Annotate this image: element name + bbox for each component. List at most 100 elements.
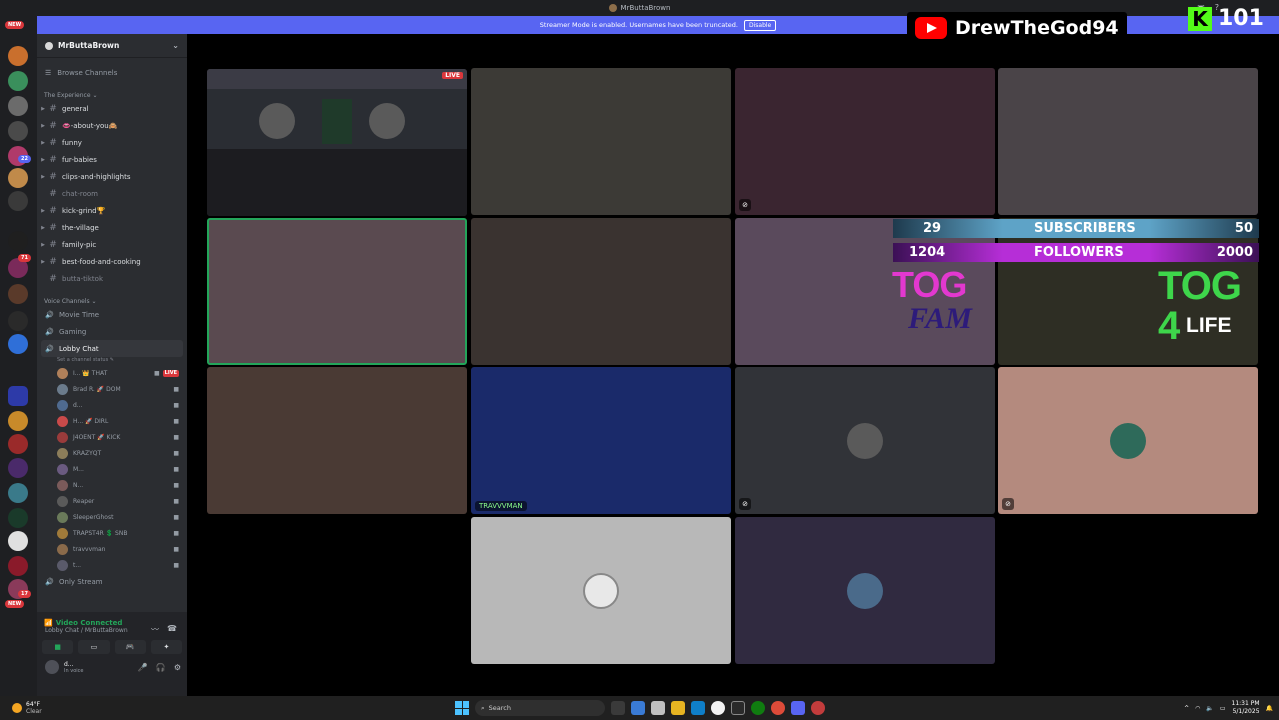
chevron-up-icon[interactable]: ^ xyxy=(1184,705,1189,712)
server-icon-10[interactable] xyxy=(8,284,28,304)
channel-family-pic[interactable]: ▶ # family-pic xyxy=(37,236,187,253)
video-tile-3[interactable]: ⊘ xyxy=(735,68,995,215)
file-explorer-icon[interactable] xyxy=(671,701,685,715)
store-icon[interactable] xyxy=(651,701,665,715)
gear-icon[interactable]: ⚙ xyxy=(174,663,181,672)
app-icon-1[interactable] xyxy=(711,701,725,715)
app-icon-2[interactable] xyxy=(731,701,745,715)
user-status-icons: ■ xyxy=(173,386,179,393)
voice-user[interactable]: d... ■ xyxy=(37,397,187,413)
server-icon-6[interactable] xyxy=(8,168,28,188)
disconnect-icon[interactable]: ☎ xyxy=(167,624,177,635)
chevron-down-icon: ⌄ xyxy=(172,41,179,50)
video-tile-10[interactable]: TRAVVVMAN xyxy=(471,367,731,514)
battery-icon[interactable]: ▭ xyxy=(1220,705,1226,712)
voice-user[interactable]: M... ■ xyxy=(37,461,187,477)
voice-user[interactable]: KRAZYQT ■ xyxy=(37,445,187,461)
edge-icon[interactable] xyxy=(691,701,705,715)
channel-best-food[interactable]: ▶ # best-food-and-cooking xyxy=(37,253,187,270)
channel-clips[interactable]: ▶ # clips-and-highlights xyxy=(37,168,187,185)
server-icon-7[interactable] xyxy=(8,191,28,211)
server-icon-12[interactable] xyxy=(8,334,28,354)
mic-icon[interactable]: 🎤 xyxy=(138,663,148,672)
server-icon-16[interactable] xyxy=(8,458,28,478)
channel-chat-room[interactable]: # chat-room xyxy=(37,185,187,202)
discord-icon[interactable] xyxy=(791,701,805,715)
headphones-icon[interactable]: 🎧 xyxy=(156,663,166,672)
category-voice[interactable]: Voice Channels ⌄ xyxy=(37,296,187,306)
channel-about-you[interactable]: ▶ # 👄-about-you🙈 xyxy=(37,117,187,134)
server-icon-8[interactable] xyxy=(8,231,28,251)
server-icon-1[interactable] xyxy=(8,46,28,66)
notification-icon[interactable]: 🔔 xyxy=(1266,705,1273,712)
app-icon-3[interactable] xyxy=(811,701,825,715)
server-icon-4[interactable] xyxy=(8,121,28,141)
voice-channel-lobby[interactable]: 🔊 Lobby Chat xyxy=(41,340,183,357)
chrome-icon[interactable] xyxy=(771,701,785,715)
server-icon-18[interactable] xyxy=(8,508,28,528)
video-tile-6[interactable] xyxy=(471,218,731,365)
voice-channel-only-stream[interactable]: 🔊 Only Stream xyxy=(37,573,187,590)
voice-user[interactable]: TRAPST4R 💲 SNB ■ xyxy=(37,525,187,541)
video-tile-12[interactable]: ⊘ xyxy=(998,367,1258,514)
disable-streamer-mode-button[interactable]: Disable xyxy=(743,19,777,31)
start-button[interactable] xyxy=(455,701,469,715)
server-icon-15[interactable] xyxy=(8,434,28,454)
noise-suppression-icon[interactable]: 〰 xyxy=(151,624,159,635)
speaker-icon: 🔊 xyxy=(45,577,54,586)
channel-fur-babies[interactable]: ▶ # fur-babies xyxy=(37,151,187,168)
copilot-icon[interactable] xyxy=(631,701,645,715)
video-tile-11[interactable]: ⊘ xyxy=(735,367,995,514)
channel-general[interactable]: ▶ # general xyxy=(37,100,187,117)
voice-user[interactable]: SleeperGhost ■ xyxy=(37,509,187,525)
xbox-icon[interactable] xyxy=(751,701,765,715)
server-icon-19[interactable] xyxy=(8,531,28,551)
weather-widget[interactable]: 64°F Clear xyxy=(0,701,42,715)
channel-funny[interactable]: ▶ # funny xyxy=(37,134,187,151)
video-tile-2[interactable] xyxy=(471,68,731,215)
taskbar-search[interactable]: ⌕ Search xyxy=(475,700,605,716)
server-icon-14[interactable] xyxy=(8,411,28,431)
voice-user[interactable]: J4OENT 🚀 KICK ■ xyxy=(37,429,187,445)
channel-kick-grind[interactable]: ▶ # kick-grind🏆 xyxy=(37,202,187,219)
channel-status[interactable]: Set a channel status ✎ xyxy=(37,357,187,365)
task-view-icon[interactable] xyxy=(611,701,625,715)
video-tile-4[interactable] xyxy=(998,68,1258,215)
voice-user[interactable]: travvvman ■ xyxy=(37,541,187,557)
camera-button[interactable]: ■ xyxy=(42,640,74,654)
video-tile-5-speaking[interactable] xyxy=(207,218,467,365)
voice-user[interactable]: t... ■ xyxy=(37,557,187,573)
avatar[interactable] xyxy=(45,660,59,674)
voice-user[interactable]: I... 👑 THAT ■ LIVE xyxy=(37,365,187,381)
voice-user[interactable]: Reaper ■ xyxy=(37,493,187,509)
screen-share-button[interactable]: ▭ xyxy=(78,640,110,654)
volume-icon[interactable]: 🔈 xyxy=(1206,705,1213,712)
server-icon-3[interactable] xyxy=(8,96,28,116)
server-icon-20[interactable] xyxy=(8,556,28,576)
video-tile-9[interactable] xyxy=(207,367,467,514)
voice-channel-movie[interactable]: 🔊 Movie Time xyxy=(37,306,187,323)
soundboard-button[interactable]: ✦ xyxy=(150,640,182,654)
server-icon-11[interactable] xyxy=(8,311,28,331)
activity-button[interactable]: 🎮 xyxy=(114,640,146,654)
server-header[interactable]: MrButtaBrown ⌄ xyxy=(37,34,187,58)
voice-user[interactable]: H... 🚀 DIRL ■ xyxy=(37,413,187,429)
video-tile-1[interactable]: LIVE xyxy=(207,69,467,216)
hash-icon: # xyxy=(49,222,57,233)
server-icon-13[interactable] xyxy=(8,386,28,406)
voice-action-buttons: ■ ▭ 🎮 ✦ xyxy=(37,634,187,654)
voice-channel-gaming[interactable]: 🔊 Gaming xyxy=(37,323,187,340)
wifi-icon[interactable]: ◠ xyxy=(1195,705,1200,712)
category-text[interactable]: The Experience ⌄ xyxy=(37,90,187,100)
arrow-icon: ▶ xyxy=(41,173,45,180)
channel-the-village[interactable]: ▶ # the-village xyxy=(37,219,187,236)
server-icon-2[interactable] xyxy=(8,71,28,91)
voice-user[interactable]: Brad R. 🚀 DOM ■ xyxy=(37,381,187,397)
browse-channels[interactable]: ☰ Browse Channels xyxy=(37,64,187,81)
video-tile-13[interactable] xyxy=(471,517,731,664)
voice-user[interactable]: N... ■ xyxy=(37,477,187,493)
video-tile-14[interactable] xyxy=(735,517,995,664)
clock[interactable]: 11:31 PM 5/1/2025 xyxy=(1232,700,1260,716)
server-icon-17[interactable] xyxy=(8,483,28,503)
channel-butta-tiktok[interactable]: # butta-tiktok xyxy=(37,270,187,287)
